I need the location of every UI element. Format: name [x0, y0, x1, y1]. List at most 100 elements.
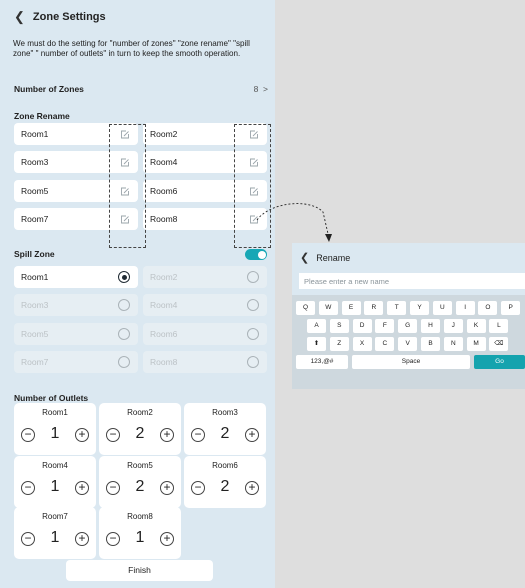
key-i[interactable]: I	[455, 301, 475, 315]
room-name: Room8	[150, 214, 178, 224]
spill-card-room6[interactable]: Room6	[143, 323, 267, 345]
intro-text: We must do the setting for "number of zo…	[13, 39, 250, 58]
key-d[interactable]: D	[352, 319, 372, 333]
outlet-room-name: Room2	[127, 408, 153, 417]
room-name: Room3	[21, 157, 49, 167]
spill-zone-heading: Spill Zone	[14, 249, 55, 259]
room-name: Room6	[150, 186, 178, 196]
key-123[interactable]: 123,@#	[296, 355, 348, 369]
back-chevron-icon[interactable]: ❮	[14, 10, 25, 23]
outlet-stepper-room4: Room4−1 +	[14, 456, 96, 508]
header: ❮ Zone Settings	[14, 10, 106, 23]
key-s[interactable]: S	[329, 319, 349, 333]
spill-card-room5[interactable]: Room5	[14, 323, 138, 345]
outlet-room-name: Room4	[42, 461, 68, 470]
spill-card-room3[interactable]: Room3	[14, 294, 138, 316]
page-title: Zone Settings	[32, 10, 106, 23]
key-k[interactable]: K	[466, 319, 486, 333]
edit-column-highlight	[109, 124, 146, 248]
radio-icon[interactable]	[247, 356, 259, 368]
key-u[interactable]: U	[432, 301, 452, 315]
number-of-zones-label: Number of Zones	[14, 84, 84, 94]
outlet-room-name: Room3	[212, 408, 238, 417]
spill-card-room2[interactable]: Room2	[143, 266, 267, 288]
plus-button[interactable]: +	[160, 428, 174, 442]
zone-rename-heading: Zone Rename	[14, 111, 70, 121]
room-name: Room1	[21, 129, 49, 139]
rename-input[interactable]	[299, 273, 525, 289]
spill-card-room1[interactable]: Room1	[14, 266, 138, 288]
key-y[interactable]: Y	[410, 301, 429, 315]
number-of-zones-value: 8	[253, 84, 259, 94]
room-name: Room5	[21, 329, 49, 339]
key-f[interactable]: F	[375, 319, 395, 333]
key-n[interactable]: N	[443, 337, 463, 351]
plus-button[interactable]: +	[160, 481, 174, 495]
plus-button[interactable]: +	[75, 481, 89, 495]
key-x[interactable]: X	[352, 337, 372, 351]
key-r[interactable]: R	[364, 301, 384, 315]
key-space[interactable]: Space	[352, 355, 470, 369]
spill-zone-toggle[interactable]	[245, 249, 267, 260]
plus-button[interactable]: +	[75, 532, 89, 546]
room-name: Room5	[21, 186, 49, 196]
key-l[interactable]: L	[489, 319, 509, 333]
outlet-stepper-room1: Room1−1 +	[14, 403, 96, 455]
key-h[interactable]: H	[421, 319, 440, 333]
outlet-stepper-room7: Room7−1 +	[14, 507, 96, 559]
key-a[interactable]: A	[307, 319, 326, 333]
key-j[interactable]: J	[443, 319, 463, 333]
room-name: Room8	[150, 357, 178, 367]
key-w[interactable]: W	[318, 301, 338, 315]
backspace-key-icon[interactable]: ⌫	[489, 337, 509, 351]
room-name: Room3	[21, 300, 49, 310]
radio-icon[interactable]	[247, 299, 259, 311]
key-m[interactable]: M	[466, 337, 486, 351]
key-v[interactable]: V	[398, 337, 418, 351]
spill-card-room8[interactable]: Room8	[143, 351, 267, 373]
radio-icon[interactable]	[247, 271, 259, 283]
radio-icon[interactable]	[118, 356, 130, 368]
zone-settings-screen: ❮ Zone Settings We must do the setting f…	[0, 0, 275, 588]
radio-icon[interactable]	[118, 328, 130, 340]
key-g[interactable]: G	[398, 319, 418, 333]
key-b[interactable]: B	[421, 337, 440, 351]
radio-selected-icon[interactable]	[118, 271, 130, 283]
plus-button[interactable]: +	[245, 428, 259, 442]
room-name: Room2	[150, 129, 178, 139]
room-name: Room1	[21, 272, 49, 282]
outlet-room-name: Room6	[212, 461, 238, 470]
key-e[interactable]: E	[341, 301, 361, 315]
key-p[interactable]: P	[501, 301, 521, 315]
outlet-stepper-room3: Room3−2 +	[184, 403, 266, 455]
radio-icon[interactable]	[118, 299, 130, 311]
outlet-room-name: Room5	[127, 461, 153, 470]
plus-button[interactable]: +	[245, 481, 259, 495]
spill-card-room7[interactable]: Room7	[14, 351, 138, 373]
key-q[interactable]: Q	[296, 301, 315, 315]
outlet-stepper-room8: Room8−1 +	[99, 507, 181, 559]
plus-button[interactable]: +	[75, 428, 89, 442]
spill-card-room4[interactable]: Room4	[143, 294, 267, 316]
room-name: Room6	[150, 329, 178, 339]
key-o[interactable]: O	[478, 301, 498, 315]
key-go[interactable]: Go	[474, 355, 525, 369]
rename-header: ❮ Rename	[300, 251, 350, 264]
outlet-room-name: Room7	[42, 512, 68, 521]
radio-icon[interactable]	[247, 328, 259, 340]
outlet-stepper-room5: Room5−2 +	[99, 456, 181, 508]
number-of-zones-row[interactable]: Number of Zones 8 >	[14, 84, 268, 94]
outlet-room-name: Room8	[127, 512, 153, 521]
outlet-room-name: Room1	[42, 408, 68, 417]
outlets-heading: Number of Outlets	[14, 393, 89, 403]
plus-button[interactable]: +	[160, 532, 174, 546]
on-screen-keyboard: Q W E R T Y U I O P A S D F G H J K L ⬆ Z X C V B N M ⌫ 123,@# Space G…	[292, 295, 525, 389]
back-chevron-icon[interactable]: ❮	[300, 251, 309, 264]
key-z[interactable]: Z	[329, 337, 349, 351]
room-name: Room7	[21, 214, 49, 224]
finish-button[interactable]: Finish	[66, 560, 213, 581]
key-t[interactable]: T	[387, 301, 407, 315]
shift-key-icon[interactable]: ⬆	[307, 337, 326, 351]
key-c[interactable]: C	[375, 337, 395, 351]
rename-title: Rename	[316, 252, 351, 263]
